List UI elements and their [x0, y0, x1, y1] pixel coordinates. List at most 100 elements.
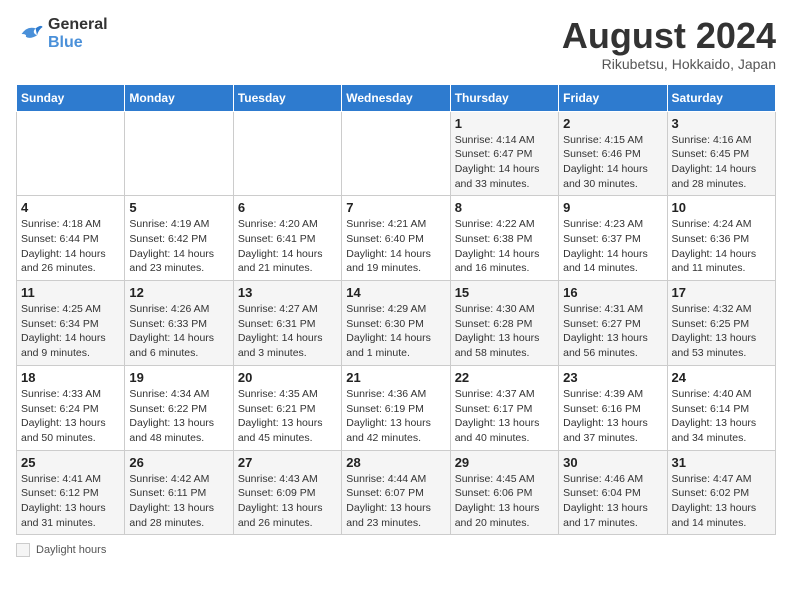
day-number: 10	[672, 200, 771, 215]
table-row: 8 Sunrise: 4:22 AM Sunset: 6:38 PM Daylig…	[450, 196, 558, 281]
day-number: 1	[455, 116, 554, 131]
weekday-header: Tuesday	[233, 84, 341, 111]
location-subtitle: Rikubetsu, Hokkaido, Japan	[562, 56, 776, 72]
day-number: 13	[238, 285, 337, 300]
day-number: 26	[129, 455, 228, 470]
day-info: Sunrise: 4:39 AM Sunset: 6:16 PM Dayligh…	[563, 387, 662, 446]
day-info: Sunrise: 4:29 AM Sunset: 6:30 PM Dayligh…	[346, 302, 445, 361]
table-row: 17 Sunrise: 4:32 AM Sunset: 6:25 PM Dayli…	[667, 281, 775, 366]
day-number: 14	[346, 285, 445, 300]
weekday-header: Saturday	[667, 84, 775, 111]
weekday-row: SundayMondayTuesdayWednesdayThursdayFrid…	[17, 84, 776, 111]
table-row: 18 Sunrise: 4:33 AM Sunset: 6:24 PM Dayli…	[17, 365, 125, 450]
table-row: 6Sunrise: 4:20 AM Sunset: 6:41 PM Daylig…	[233, 196, 341, 281]
table-row: 23 Sunrise: 4:39 AM Sunset: 6:16 PM Dayli…	[559, 365, 667, 450]
day-number: 8	[455, 200, 554, 215]
day-number: 24	[672, 370, 771, 385]
calendar-week-row: 11 Sunrise: 4:25 AM Sunset: 6:34 PM Dayli…	[17, 281, 776, 366]
weekday-header: Friday	[559, 84, 667, 111]
logo-general-text: General	[48, 16, 108, 33]
table-row: 22 Sunrise: 4:37 AM Sunset: 6:17 PM Dayli…	[450, 365, 558, 450]
calendar-week-row: 4 Sunrise: 4:18 AM Sunset: 6:44 PM Daylig…	[17, 196, 776, 281]
page-header: General Blue August 2024 Rikubetsu, Hokk…	[16, 16, 776, 72]
table-row: 11 Sunrise: 4:25 AM Sunset: 6:34 PM Dayli…	[17, 281, 125, 366]
day-info: Sunrise: 4:36 AM Sunset: 6:19 PM Dayligh…	[346, 387, 445, 446]
day-info: Sunrise: 4:34 AM Sunset: 6:22 PM Dayligh…	[129, 387, 228, 446]
day-number: 4	[21, 200, 120, 215]
day-number: 25	[21, 455, 120, 470]
day-number: 11	[21, 285, 120, 300]
weekday-header: Monday	[125, 84, 233, 111]
day-number: 19	[129, 370, 228, 385]
day-number: 16	[563, 285, 662, 300]
day-number: 22	[455, 370, 554, 385]
day-number: 7	[346, 200, 445, 215]
day-number: 6	[238, 200, 337, 215]
table-row: 10 Sunrise: 4:24 AM Sunset: 6:36 PM Dayli…	[667, 196, 775, 281]
legend-box	[16, 543, 30, 557]
calendar-table: SundayMondayTuesdayWednesdayThursdayFrid…	[16, 84, 776, 536]
day-info: Sunrise: 4:26 AM Sunset: 6:33 PM Dayligh…	[129, 302, 228, 361]
calendar-week-row: 25 Sunrise: 4:41 AM Sunset: 6:12 PM Dayli…	[17, 450, 776, 535]
day-number: 30	[563, 455, 662, 470]
day-number: 12	[129, 285, 228, 300]
day-info: Sunrise: 4:41 AM Sunset: 6:12 PM Dayligh…	[21, 472, 120, 531]
day-number: 27	[238, 455, 337, 470]
day-info: Sunrise: 4:30 AM Sunset: 6:28 PM Dayligh…	[455, 302, 554, 361]
day-number: 29	[455, 455, 554, 470]
table-row: 16 Sunrise: 4:31 AM Sunset: 6:27 PM Dayli…	[559, 281, 667, 366]
table-row: 13Sunrise: 4:27 AM Sunset: 6:31 PM Dayli…	[233, 281, 341, 366]
day-info: Sunrise: 4:37 AM Sunset: 6:17 PM Dayligh…	[455, 387, 554, 446]
day-info: Sunrise: 4:23 AM Sunset: 6:37 PM Dayligh…	[563, 217, 662, 276]
table-row	[125, 111, 233, 196]
legend: Daylight hours	[16, 543, 776, 557]
month-year-title: August 2024	[562, 16, 776, 56]
day-info: Sunrise: 4:21 AM Sunset: 6:40 PM Dayligh…	[346, 217, 445, 276]
day-number: 5	[129, 200, 228, 215]
day-info: Sunrise: 4:19 AM Sunset: 6:42 PM Dayligh…	[129, 217, 228, 276]
table-row: 31Sunrise: 4:47 AM Sunset: 6:02 PM Dayli…	[667, 450, 775, 535]
day-info: Sunrise: 4:22 AM Sunset: 6:38 PM Dayligh…	[455, 217, 554, 276]
day-info: Sunrise: 4:31 AM Sunset: 6:27 PM Dayligh…	[563, 302, 662, 361]
day-info: Sunrise: 4:33 AM Sunset: 6:24 PM Dayligh…	[21, 387, 120, 446]
day-info: Sunrise: 4:46 AM Sunset: 6:04 PM Dayligh…	[563, 472, 662, 531]
calendar-week-row: 1 Sunrise: 4:14 AM Sunset: 6:47 PM Daylig…	[17, 111, 776, 196]
calendar-header: SundayMondayTuesdayWednesdayThursdayFrid…	[17, 84, 776, 111]
day-number: 15	[455, 285, 554, 300]
table-row: 12 Sunrise: 4:26 AM Sunset: 6:33 PM Dayli…	[125, 281, 233, 366]
table-row: 26 Sunrise: 4:42 AM Sunset: 6:11 PM Dayli…	[125, 450, 233, 535]
day-number: 20	[238, 370, 337, 385]
table-row: 5 Sunrise: 4:19 AM Sunset: 6:42 PM Daylig…	[125, 196, 233, 281]
day-info: Sunrise: 4:15 AM Sunset: 6:46 PM Dayligh…	[563, 133, 662, 192]
day-number: 18	[21, 370, 120, 385]
table-row: 29Sunrise: 4:45 AM Sunset: 6:06 PM Dayli…	[450, 450, 558, 535]
table-row: 21Sunrise: 4:36 AM Sunset: 6:19 PM Dayli…	[342, 365, 450, 450]
logo: General Blue	[16, 16, 108, 52]
logo-bird-icon	[16, 20, 44, 48]
table-row: 3Sunrise: 4:16 AM Sunset: 6:45 PM Daylig…	[667, 111, 775, 196]
weekday-header: Thursday	[450, 84, 558, 111]
calendar-body: 1 Sunrise: 4:14 AM Sunset: 6:47 PM Daylig…	[17, 111, 776, 535]
table-row: 4 Sunrise: 4:18 AM Sunset: 6:44 PM Daylig…	[17, 196, 125, 281]
day-info: Sunrise: 4:35 AM Sunset: 6:21 PM Dayligh…	[238, 387, 337, 446]
day-number: 17	[672, 285, 771, 300]
table-row: 27 Sunrise: 4:43 AM Sunset: 6:09 PM Dayli…	[233, 450, 341, 535]
table-row: 24 Sunrise: 4:40 AM Sunset: 6:14 PM Dayli…	[667, 365, 775, 450]
table-row: 30 Sunrise: 4:46 AM Sunset: 6:04 PM Dayli…	[559, 450, 667, 535]
day-info: Sunrise: 4:18 AM Sunset: 6:44 PM Dayligh…	[21, 217, 120, 276]
day-info: Sunrise: 4:24 AM Sunset: 6:36 PM Dayligh…	[672, 217, 771, 276]
day-info: Sunrise: 4:43 AM Sunset: 6:09 PM Dayligh…	[238, 472, 337, 531]
day-number: 3	[672, 116, 771, 131]
weekday-header: Wednesday	[342, 84, 450, 111]
day-info: Sunrise: 4:25 AM Sunset: 6:34 PM Dayligh…	[21, 302, 120, 361]
day-number: 23	[563, 370, 662, 385]
day-info: Sunrise: 4:40 AM Sunset: 6:14 PM Dayligh…	[672, 387, 771, 446]
day-info: Sunrise: 4:14 AM Sunset: 6:47 PM Dayligh…	[455, 133, 554, 192]
table-row: 1 Sunrise: 4:14 AM Sunset: 6:47 PM Daylig…	[450, 111, 558, 196]
table-row: 14 Sunrise: 4:29 AM Sunset: 6:30 PM Dayli…	[342, 281, 450, 366]
day-info: Sunrise: 4:42 AM Sunset: 6:11 PM Dayligh…	[129, 472, 228, 531]
table-row	[342, 111, 450, 196]
table-row: 7 Sunrise: 4:21 AM Sunset: 6:40 PM Daylig…	[342, 196, 450, 281]
day-info: Sunrise: 4:32 AM Sunset: 6:25 PM Dayligh…	[672, 302, 771, 361]
table-row: 2Sunrise: 4:15 AM Sunset: 6:46 PM Daylig…	[559, 111, 667, 196]
